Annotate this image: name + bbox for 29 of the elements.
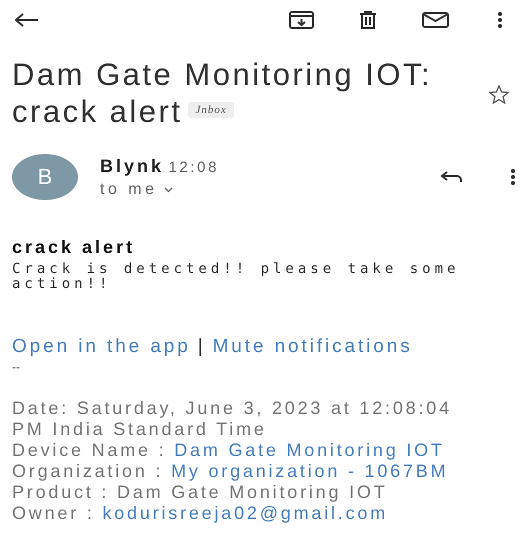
sender-name: Blynk (100, 156, 164, 176)
recipient-toggle[interactable]: to me (100, 180, 173, 199)
detail-text: Product : Dam Gate Monitoring IOT (12, 482, 389, 504)
detail-link[interactable]: Dam Gate Monitoring IOT (174, 440, 445, 460)
link-separator: | (198, 336, 206, 358)
more-options-icon[interactable] (497, 11, 503, 29)
detail-label: Organization : (12, 461, 164, 482)
mail-icon[interactable] (422, 12, 449, 28)
detail-text: Date: Saturday, June 3, 2023 at 12:08:04 PM India Standard Time (12, 398, 453, 440)
detail-label: Device Name : (12, 440, 166, 460)
sent-time: 12:08 (168, 158, 220, 176)
open-app-link[interactable]: Open in the app (12, 336, 191, 358)
more-options-icon[interactable] (510, 168, 516, 186)
sender-avatar: B (12, 154, 78, 200)
email-subject: Dam Gate Monitoring IOT: crack alert $^{Jnbox}$ (12, 56, 434, 131)
chevron-icon (164, 186, 173, 193)
archive-icon[interactable] (289, 11, 314, 29)
star-icon[interactable] (489, 84, 509, 104)
back-icon[interactable] (15, 13, 39, 27)
inbox-label[interactable]: Jnbox (188, 102, 234, 118)
message-heading: crack alert (12, 236, 136, 258)
reply-icon[interactable] (440, 171, 462, 184)
mute-link[interactable]: Mute notifications (212, 336, 413, 358)
signature-dash: -- (12, 360, 21, 374)
message-text: Crack is detected!! please take some action!! (12, 262, 460, 292)
detail-link[interactable]: My organization - 1067BM (171, 461, 448, 482)
trash-icon[interactable] (359, 11, 377, 29)
detail-label: Owner : (12, 503, 95, 524)
detail-link[interactable]: kodurisreeja02@gmail.com (102, 503, 388, 524)
